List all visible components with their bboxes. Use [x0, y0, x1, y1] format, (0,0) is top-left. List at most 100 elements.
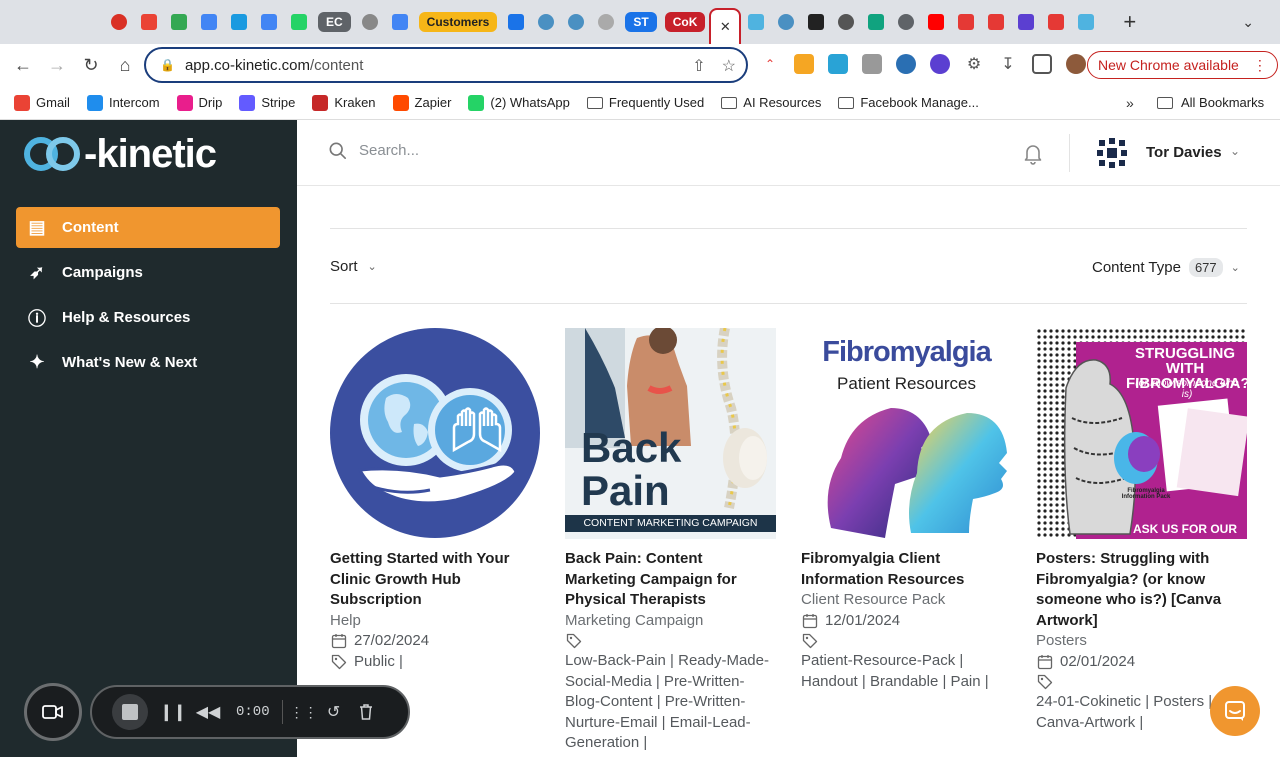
extension-sparkle-icon[interactable]: [930, 54, 950, 74]
browser-tab[interactable]: [1011, 7, 1041, 37]
all-bookmarks-folder[interactable]: All Bookmarks: [1157, 95, 1264, 110]
browser-tab[interactable]: CoK: [664, 7, 706, 37]
card-title[interactable]: Getting Started with Your Clinic Growth …: [330, 549, 541, 611]
tab-search-chevron-icon[interactable]: ⌄: [1242, 14, 1254, 31]
sidebar-item-what-s-new-next[interactable]: ✦ What's New & Next: [16, 342, 280, 383]
bookmark-item[interactable]: AI Resources: [721, 95, 821, 110]
browser-tab[interactable]: [254, 7, 284, 37]
drag-handle[interactable]: ⋮⋮: [290, 697, 318, 727]
delete-recording-button[interactable]: [357, 697, 375, 727]
search-input[interactable]: [359, 142, 759, 159]
chevron-down-icon[interactable]: ⌄: [1230, 144, 1240, 158]
browser-tab[interactable]: [284, 7, 314, 37]
header-divider: [1069, 134, 1070, 172]
card-thumbnail[interactable]: Back Pain CONTENT MARKETING CAMPAIGN: [565, 328, 776, 539]
browser-tab[interactable]: [561, 7, 591, 37]
new-tab-plus-icon[interactable]: +: [1123, 9, 1136, 35]
browser-tab[interactable]: [801, 7, 831, 37]
youtube-icon: [958, 14, 975, 30]
bookmark-item[interactable]: Frequently Used: [586, 95, 704, 110]
browser-tab[interactable]: [501, 7, 531, 37]
reload-button[interactable]: ↻: [74, 48, 108, 82]
browser-tab[interactable]: [134, 7, 164, 37]
co-kinetic-logo[interactable]: -kinetic: [24, 132, 217, 176]
browser-tab[interactable]: [771, 7, 801, 37]
browser-tab[interactable]: [951, 7, 981, 37]
extension-arc-icon[interactable]: ⌃: [760, 54, 780, 74]
active-tab[interactable]: ✕: [709, 8, 742, 44]
restart-button[interactable]: ↺: [325, 697, 343, 727]
address-bar[interactable]: 🔒 app.co-kinetic.com/content ⇧ ☆: [144, 47, 748, 83]
share-icon[interactable]: ⇧: [692, 56, 705, 76]
browser-tab[interactable]: ST: [625, 7, 657, 37]
card-thumbnail[interactable]: STRUGGLING WITH FIBROMYALGIA? (or know s…: [1036, 328, 1247, 539]
bookmark-item[interactable]: Gmail: [14, 94, 70, 111]
bookmark-item[interactable]: Kraken: [312, 94, 376, 111]
browser-tab[interactable]: [224, 7, 254, 37]
extension-screen-icon[interactable]: [828, 54, 848, 74]
user-name[interactable]: Tor Davies: [1146, 144, 1222, 161]
back-button[interactable]: ←: [6, 48, 40, 82]
recorder-camera-button[interactable]: [24, 683, 82, 741]
extension-privacy-icon[interactable]: [896, 54, 916, 74]
pause-button[interactable]: ❙❙: [160, 697, 187, 727]
browser-tab[interactable]: [741, 7, 771, 37]
stripe-s-icon: [231, 14, 247, 30]
content-type-dropdown[interactable]: Content Type 677 ⌄: [1092, 258, 1240, 277]
content-card[interactable]: Back Pain CONTENT MARKETING CAMPAIGN Bac…: [565, 328, 776, 754]
stop-icon: [122, 704, 138, 720]
browser-tab[interactable]: [385, 7, 415, 37]
bookmarks-overflow-chevron-icon[interactable]: »: [1126, 95, 1134, 111]
user-avatar[interactable]: [1097, 138, 1127, 168]
browser-tab[interactable]: [861, 7, 891, 37]
browser-tab[interactable]: [1041, 7, 1071, 37]
browser-tab[interactable]: [981, 7, 1011, 37]
side-panel-icon[interactable]: [1032, 54, 1052, 74]
profile-avatar-icon[interactable]: [1066, 54, 1086, 74]
bookmark-item[interactable]: Zapier: [392, 94, 451, 111]
sort-dropdown[interactable]: Sort ⌄: [330, 258, 377, 275]
browser-tab[interactable]: [831, 7, 861, 37]
card-title[interactable]: Fibromyalgia Client Information Resource…: [801, 549, 1012, 590]
calendar-icon: [330, 631, 348, 651]
bookmark-item[interactable]: Drip: [176, 94, 222, 111]
card-thumbnail[interactable]: Fibromyalgia Patient Resources: [801, 328, 1012, 539]
extensions-puzzle-icon[interactable]: ⚙: [964, 54, 984, 74]
bookmark-item[interactable]: Facebook Manage...: [838, 95, 979, 110]
browser-tab[interactable]: Customers: [418, 7, 498, 37]
browser-tab[interactable]: [531, 7, 561, 37]
browser-tab[interactable]: [355, 7, 385, 37]
rewind-button[interactable]: ◀◀: [196, 697, 221, 727]
stop-recording-button[interactable]: [112, 694, 148, 730]
notification-bell-icon[interactable]: [1021, 141, 1045, 165]
sidebar-item-campaigns[interactable]: ➶ Campaigns: [16, 252, 280, 293]
content-card[interactable]: Fibromyalgia Patient Resources Fibromyal…: [801, 328, 1012, 692]
browser-tab[interactable]: EC: [318, 7, 351, 37]
chat-launcher-button[interactable]: [1210, 686, 1260, 736]
bookmark-item[interactable]: Stripe: [239, 94, 295, 111]
bookmark-item[interactable]: Intercom: [86, 94, 160, 111]
extension-camera-icon[interactable]: [862, 54, 882, 74]
forward-button[interactable]: →: [40, 48, 74, 82]
card-thumbnail[interactable]: [330, 328, 541, 539]
browser-tab[interactable]: [1071, 7, 1101, 37]
browser-tab[interactable]: [104, 7, 134, 37]
content-card[interactable]: STRUGGLING WITH FIBROMYALGIA? (or know s…: [1036, 328, 1247, 733]
content-card[interactable]: Getting Started with Your Clinic Growth …: [330, 328, 541, 672]
card-title[interactable]: Back Pain: Content Marketing Campaign fo…: [565, 549, 776, 611]
bookmark-item[interactable]: (2) WhatsApp: [468, 94, 570, 111]
card-title[interactable]: Posters: Struggling with Fibromyalgia? (…: [1036, 549, 1247, 631]
browser-tab[interactable]: [164, 7, 194, 37]
bookmark-star-icon[interactable]: ☆: [722, 56, 736, 76]
home-button[interactable]: ⌂: [108, 48, 142, 82]
browser-tab[interactable]: [921, 7, 951, 37]
downloads-icon[interactable]: ↧: [998, 54, 1018, 74]
browser-tab[interactable]: [194, 7, 224, 37]
browser-tab[interactable]: [891, 7, 921, 37]
extension-mail-icon[interactable]: [794, 54, 814, 74]
browser-tab[interactable]: [591, 7, 621, 37]
close-icon[interactable]: ✕: [720, 19, 731, 35]
sidebar-item-help-resources[interactable]: ⓘ Help & Resources: [16, 297, 280, 338]
sidebar-item-content[interactable]: ▤ Content: [16, 207, 280, 248]
chrome-update-button[interactable]: New Chrome available ⋮: [1087, 51, 1278, 79]
